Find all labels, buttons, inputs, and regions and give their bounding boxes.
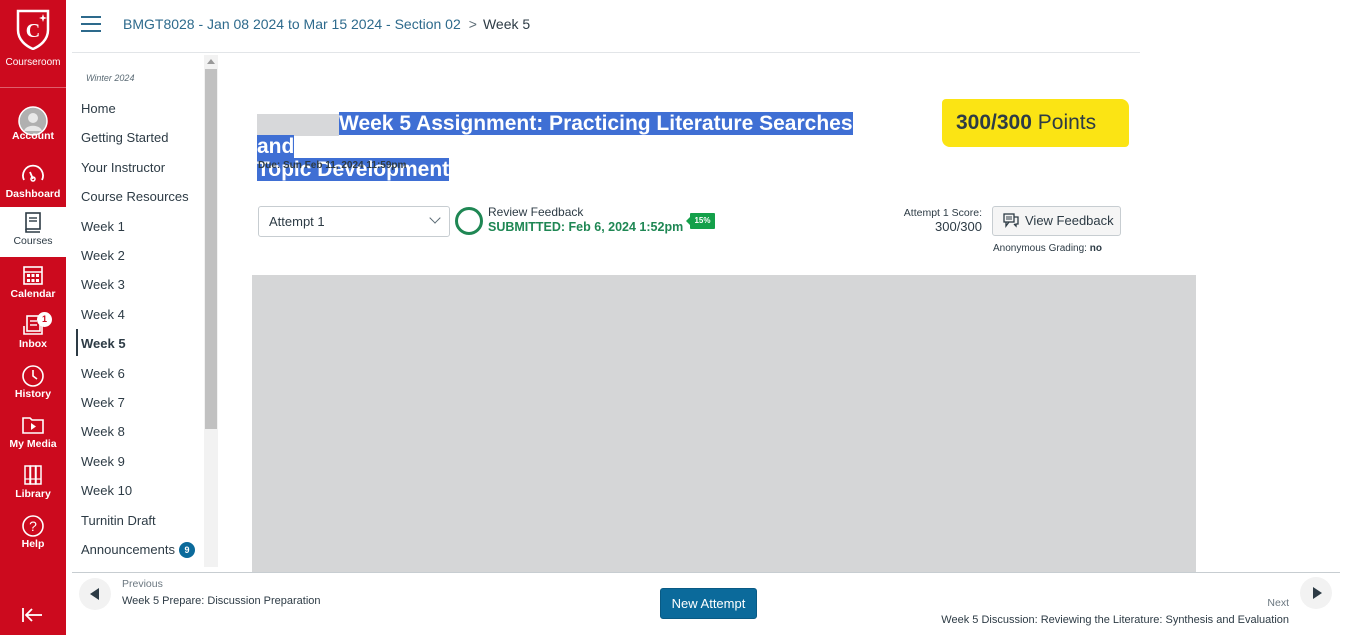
- course-nav-week-8[interactable]: Week 8: [81, 424, 125, 439]
- attempt-score-label: Attempt 1 Score:: [903, 207, 982, 219]
- course-nav-week-7[interactable]: Week 7: [81, 395, 125, 410]
- submitted-status: SUBMITTED: Feb 6, 2024 1:52pm: [488, 220, 684, 234]
- attempt-select-value: Attempt 1: [269, 214, 325, 229]
- course-nav-course-resources[interactable]: Course Resources: [81, 189, 189, 204]
- nav-my-media-label: My Media: [9, 438, 57, 450]
- avatar-icon: [0, 102, 66, 136]
- nav-courses[interactable]: Courses: [0, 207, 66, 257]
- course-nav-your-instructor[interactable]: Your Instructor: [81, 160, 165, 175]
- nav-help-label: Help: [21, 538, 45, 550]
- course-nav-week-5[interactable]: Week 5: [81, 336, 126, 351]
- collapse-arrow-icon[interactable]: [20, 606, 44, 630]
- term-label: Winter 2024: [86, 73, 135, 83]
- next-button[interactable]: [1300, 577, 1332, 609]
- course-nav-week-10[interactable]: Week 10: [81, 483, 132, 498]
- course-nav-week-9[interactable]: Week 9: [81, 454, 125, 469]
- previous-button[interactable]: [79, 578, 111, 610]
- nav-calendar[interactable]: Calendar: [0, 260, 66, 310]
- dashboard-icon: [0, 160, 66, 188]
- feedback-chat-icon: [1003, 213, 1019, 228]
- header-divider: [72, 52, 1140, 53]
- calendar-icon: [0, 260, 66, 288]
- help-icon: ?: [0, 510, 66, 538]
- active-indicator: [76, 329, 78, 356]
- footer-divider: [72, 572, 1340, 573]
- media-icon: [0, 410, 66, 438]
- breadcrumb-course-link[interactable]: BMGT8028 - Jan 08 2024 to Mar 15 2024 - …: [123, 16, 461, 32]
- nav-dashboard-label: Dashboard: [5, 188, 61, 200]
- announcements-badge: 9: [178, 542, 195, 558]
- nav-courses-label: Courses: [13, 235, 53, 247]
- course-nav-turnitin-draft[interactable]: Turnitin Draft: [81, 513, 156, 528]
- nav-account[interactable]: Account: [0, 102, 66, 152]
- svg-text:?: ?: [29, 518, 37, 534]
- course-nav: Winter 2024 Home Getting Started Your In…: [72, 55, 204, 567]
- scroll-up-arrow-icon[interactable]: [207, 59, 215, 64]
- course-nav-week-4[interactable]: Week 4: [81, 307, 125, 322]
- nav-history[interactable]: History: [0, 360, 66, 410]
- course-nav-week-2[interactable]: Week 2: [81, 248, 125, 263]
- similarity-score-badge[interactable]: 15%: [686, 213, 715, 229]
- nav-dashboard[interactable]: Dashboard: [0, 160, 66, 210]
- course-nav-announcements[interactable]: Announcements 9: [81, 542, 195, 558]
- next-item-link[interactable]: Week 5 Discussion: Reviewing the Literat…: [900, 614, 1289, 626]
- breadcrumb: BMGT8028 - Jan 08 2024 to Mar 15 2024 - …: [123, 16, 530, 32]
- anonymous-grading: Anonymous Grading: no: [993, 243, 1102, 254]
- attempt-select[interactable]: Attempt 1: [258, 206, 450, 237]
- previous-label: Previous: [122, 578, 163, 590]
- course-nav-home[interactable]: Home: [81, 101, 116, 116]
- review-feedback-label: Review Feedback: [488, 205, 584, 219]
- course-nav-week-3[interactable]: Week 3: [81, 277, 125, 292]
- attempt-score-value: 300/300: [935, 219, 982, 234]
- anonymous-grading-value: no: [1089, 243, 1102, 254]
- due-date: Due: Sun Feb 11, 2024 11:59pm: [258, 160, 407, 171]
- view-feedback-label: View Feedback: [1025, 213, 1114, 228]
- nav-inbox-label: Inbox: [19, 338, 47, 350]
- logo-label: Courseroom: [5, 57, 61, 68]
- svg-text:C: C: [26, 20, 40, 42]
- nav-calendar-label: Calendar: [10, 288, 56, 300]
- clock-icon: [0, 360, 66, 388]
- course-nav-scrollbar[interactable]: [204, 55, 218, 567]
- nav-library[interactable]: Library: [0, 460, 66, 510]
- nav-inbox[interactable]: 1 Inbox: [0, 310, 66, 360]
- nav-help[interactable]: ? Help: [0, 510, 66, 560]
- courseroom-logo[interactable]: C Courseroom: [0, 0, 66, 88]
- scrollbar-thumb[interactable]: [205, 69, 217, 429]
- view-feedback-button[interactable]: View Feedback: [992, 206, 1121, 236]
- title-line-1: Week 5 Assignment: Practicing Literature…: [257, 112, 853, 158]
- points-label: Points: [1037, 111, 1097, 134]
- new-attempt-button[interactable]: New Attempt: [660, 588, 757, 619]
- points-display: 300/300 Points: [942, 99, 1129, 147]
- course-nav-week-6[interactable]: Week 6: [81, 366, 125, 381]
- breadcrumb-separator: >: [468, 16, 477, 32]
- inbox-badge: 1: [37, 312, 52, 327]
- next-label: Next: [1267, 597, 1289, 609]
- announcements-label: Announcements: [81, 542, 175, 557]
- shield-logo-icon: C: [16, 9, 50, 51]
- submission-preview: [252, 275, 1196, 573]
- nav-account-label: Account: [12, 130, 54, 142]
- nav-my-media[interactable]: My Media: [0, 410, 66, 460]
- hamburger-menu-icon[interactable]: [81, 16, 101, 32]
- breadcrumb-current: Week 5: [482, 16, 531, 32]
- inbox-icon: [0, 310, 66, 338]
- points-score: 300/300: [956, 111, 1032, 134]
- anonymous-grading-label: Anonymous Grading:: [993, 243, 1087, 254]
- chevron-down-icon: [429, 212, 441, 224]
- submission-status-ring-icon: [455, 207, 483, 235]
- course-nav-getting-started[interactable]: Getting Started: [81, 130, 168, 145]
- library-icon: [0, 460, 66, 488]
- previous-item-link[interactable]: Week 5 Prepare: Discussion Preparation: [122, 595, 321, 607]
- courses-icon: [0, 207, 66, 235]
- global-nav: C Courseroom Account Dashboard Courses C…: [0, 0, 66, 635]
- course-nav-week-1[interactable]: Week 1: [81, 219, 125, 234]
- nav-library-label: Library: [15, 488, 51, 500]
- nav-history-label: History: [14, 388, 52, 400]
